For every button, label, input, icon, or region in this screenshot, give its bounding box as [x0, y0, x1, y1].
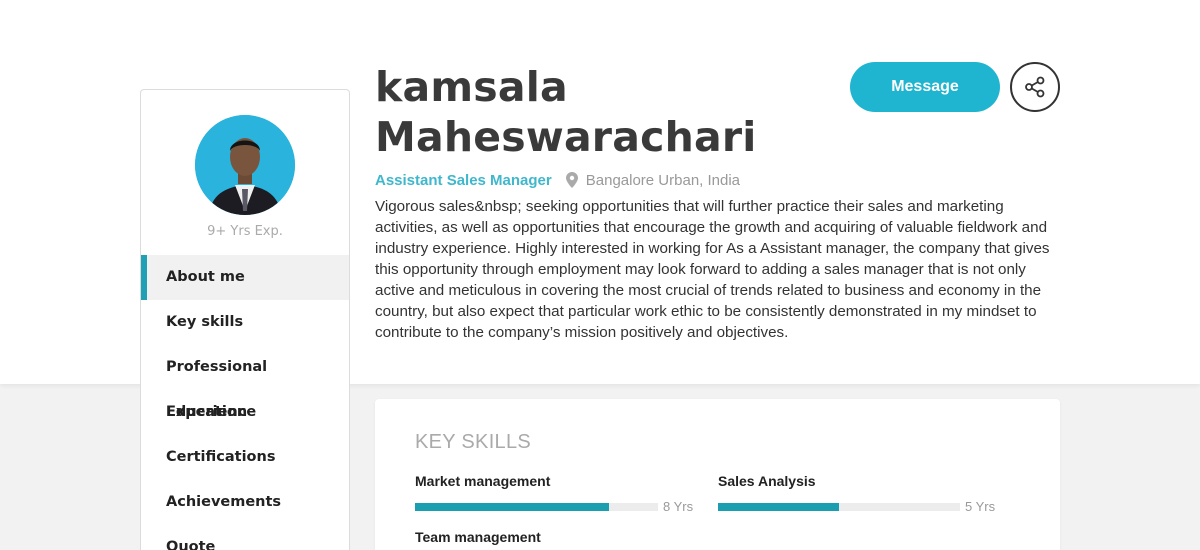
- skill-bar: [718, 502, 960, 511]
- skill-name: Team management: [415, 529, 541, 545]
- avatar: [195, 115, 295, 215]
- skill-bar-fill: [415, 502, 610, 511]
- sidebar-nav: About me Key skills Professional Experie…: [141, 255, 349, 550]
- sidebar-item-professional-experience[interactable]: Professional Experience: [141, 345, 349, 420]
- sidebar-item-quote[interactable]: Quote: [141, 525, 349, 550]
- key-skills-heading: KEY SKILLS: [415, 431, 532, 453]
- skill-item: Sales Analysis 5 Yrs: [718, 473, 998, 514]
- sidebar-item-certifications[interactable]: Certifications: [141, 435, 349, 480]
- message-button[interactable]: Message: [850, 62, 1000, 112]
- sidebar-item-education[interactable]: Education: [141, 390, 349, 435]
- profile-name-last: Maheswarachari: [375, 113, 757, 161]
- sidebar-item-key-skills[interactable]: Key skills: [141, 300, 349, 345]
- location-pin-icon: [565, 172, 578, 188]
- sidebar-item-achievements[interactable]: Achievements: [141, 480, 349, 525]
- experience-years: 9+ Yrs Exp.: [207, 224, 283, 239]
- profile-name-first: kamsala: [375, 63, 568, 111]
- location: Bangalore Urban, India: [585, 171, 741, 189]
- sidebar-item-about-me[interactable]: About me: [141, 255, 349, 300]
- key-skills-card: KEY SKILLS Market management 8 Yrs Sales…: [375, 399, 1060, 550]
- job-title: Assistant Sales Manager: [375, 171, 552, 189]
- skill-name: Market management: [415, 473, 551, 489]
- profile-sidebar: 9+ Yrs Exp. About me Key skills Professi…: [140, 89, 350, 550]
- profile-name: kamsala Maheswarachari: [375, 62, 795, 162]
- title-location-row: Assistant Sales Manager Bangalore Urban,…: [375, 170, 740, 190]
- about-summary: Vigorous sales&nbsp; seeking opportuniti…: [375, 198, 1050, 341]
- skill-bar-fill: [718, 502, 839, 511]
- avatar-photo: [195, 115, 295, 215]
- share-button[interactable]: [1010, 62, 1060, 112]
- skill-item: Market management 8 Yrs: [415, 473, 695, 514]
- skill-item: Team management: [415, 529, 695, 547]
- skill-years: 5 Yrs: [965, 499, 996, 514]
- skill-name: Sales Analysis: [718, 473, 816, 489]
- skill-years: 8 Yrs: [663, 499, 694, 514]
- skill-bar: [415, 502, 658, 511]
- share-icon: [1025, 76, 1045, 98]
